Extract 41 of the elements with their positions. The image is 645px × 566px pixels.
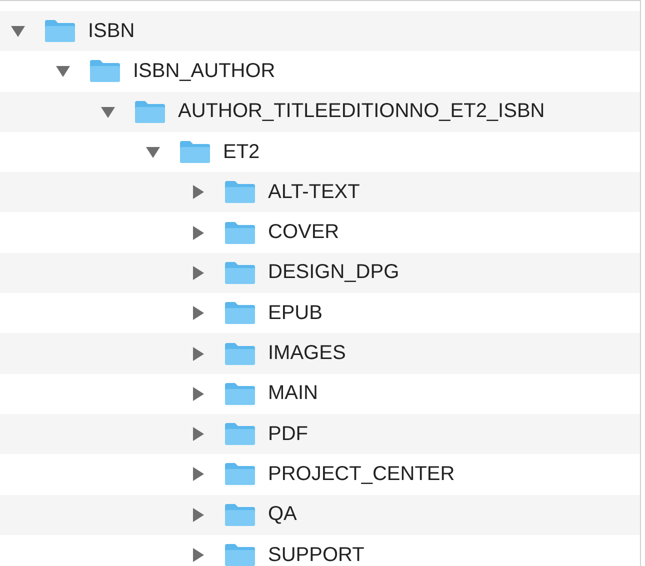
collapse-triangle-icon[interactable] [146,145,160,160]
expand-triangle-icon[interactable] [191,226,205,240]
folder-icon [89,59,121,84]
expand-triangle-icon[interactable] [191,306,205,320]
folder-name[interactable]: PROJECT_CENTER [268,462,455,486]
expand-triangle-icon[interactable] [191,508,205,522]
expand-triangle-icon[interactable] [191,427,205,442]
folder-icon [224,301,256,326]
folder-name[interactable]: ALT-TEXT [268,180,360,204]
folder-name[interactable]: PDF [268,422,308,446]
expand-triangle-icon[interactable] [191,346,205,361]
folder-name[interactable]: QA [268,503,297,526]
folder-icon [224,260,256,285]
folder-icon [224,382,256,406]
folder-name[interactable]: DESIGN_DPG [268,261,400,284]
expand-triangle-icon[interactable] [191,467,205,482]
folder-icon [134,100,166,124]
expand-triangle-icon[interactable] [191,266,205,280]
folder-icon [224,543,256,566]
folder-name[interactable]: ISBN_AUTHOR [133,60,276,83]
collapse-triangle-icon[interactable] [56,64,70,78]
folder-name[interactable]: EPUB [268,302,322,325]
folder-icon [179,140,211,164]
folder-icon [224,342,256,366]
folder-icon [44,19,76,44]
folder-name[interactable]: COVER [268,221,340,244]
collapse-triangle-icon[interactable] [11,24,25,38]
collapse-triangle-icon[interactable] [101,104,115,119]
folder-icon [224,422,256,446]
folder-name[interactable]: SUPPORT [268,544,364,566]
folder-name[interactable]: ET2 [223,140,260,164]
folder-icon [224,180,256,204]
folder-name[interactable]: MAIN [268,382,318,406]
folder-icon [224,502,256,527]
expand-triangle-icon[interactable] [191,548,205,562]
expand-triangle-icon[interactable] [191,185,205,200]
folder-icon [224,220,256,245]
expand-triangle-icon[interactable] [191,386,205,401]
folder-name[interactable]: ISBN [88,20,135,43]
folder-icon [224,462,256,486]
folder-name[interactable]: IMAGES [268,342,346,366]
